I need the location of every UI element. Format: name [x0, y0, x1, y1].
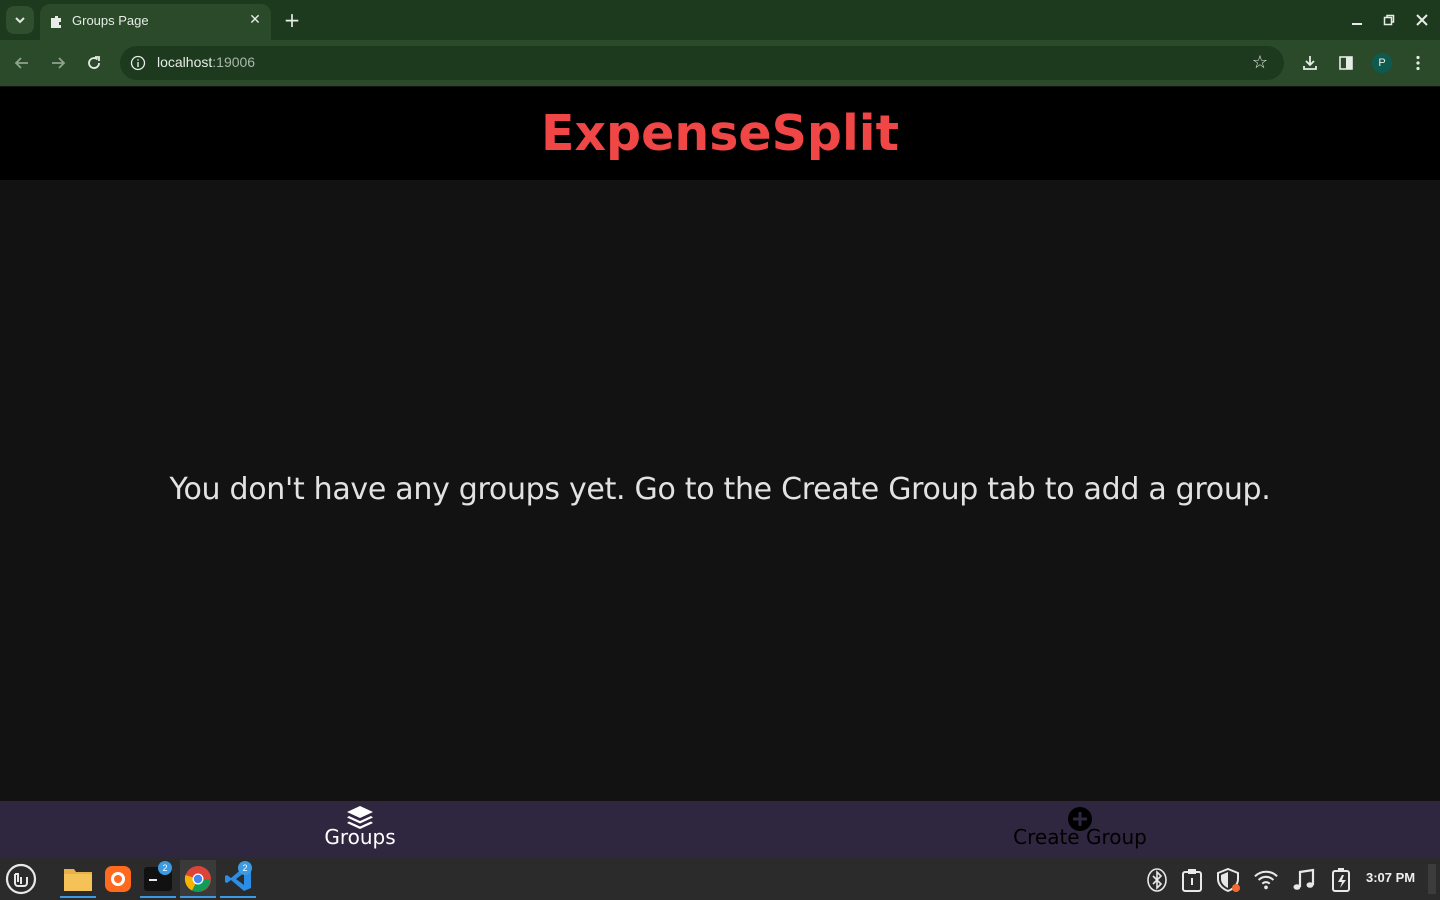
tab-groups[interactable]: Groups: [0, 801, 720, 858]
reload-icon[interactable]: [83, 52, 105, 74]
show-desktop-button[interactable]: [1428, 864, 1436, 894]
bottom-tab-bar: Groups Create Group: [0, 801, 1440, 858]
url-host: localhost: [157, 54, 213, 70]
minimize-icon[interactable]: [1347, 10, 1367, 30]
music-icon[interactable]: [1292, 868, 1316, 892]
tab-create-group-label: Create Group: [1013, 825, 1147, 849]
vscode-icon[interactable]: 2: [220, 860, 256, 898]
terminal-icon[interactable]: 2: [140, 860, 176, 898]
app-title: ExpenseSplit: [540, 105, 900, 162]
battery-icon[interactable]: [1330, 868, 1354, 892]
site-info-icon[interactable]: [130, 55, 146, 71]
clipboard-icon[interactable]: [1180, 868, 1204, 892]
clock[interactable]: 3:07 PM: [1366, 870, 1415, 885]
plus-icon[interactable]: +: [282, 10, 302, 30]
tab-title: Groups Page: [72, 13, 149, 28]
tab-create-group[interactable]: Create Group: [720, 801, 1440, 858]
empty-state-message: You don't have any groups yet. Go to the…: [169, 472, 1271, 507]
tab-groups-page[interactable]: Groups Page ✕: [40, 4, 271, 40]
mint-menu-icon[interactable]: [3, 860, 39, 898]
back-icon[interactable]: [11, 52, 33, 74]
shield-icon[interactable]: [1216, 868, 1240, 892]
active-indicator: [220, 896, 256, 898]
vscode-badge: 2: [238, 861, 252, 875]
menu-dots-icon[interactable]: [1407, 52, 1429, 74]
app-header: ExpenseSplit: [0, 87, 1440, 180]
files-icon[interactable]: [60, 860, 96, 898]
url-port: :19006: [212, 54, 256, 70]
firefox-icon[interactable]: [100, 860, 136, 898]
chrome-icon[interactable]: [180, 860, 216, 898]
chevron-down-icon: [15, 17, 25, 24]
os-taskbar: 2 2 3:07 PM: [0, 858, 1440, 900]
tab-search-button[interactable]: [6, 6, 34, 34]
groups-empty-state: You don't have any groups yet. Go to the…: [0, 180, 1440, 801]
sidebar-icon[interactable]: [1335, 52, 1357, 74]
puzzle-favicon-icon: [48, 14, 64, 30]
download-icon[interactable]: [1299, 52, 1321, 74]
url-text: localhost:19006: [157, 54, 255, 70]
profile-avatar[interactable]: P: [1372, 53, 1392, 73]
maximize-icon[interactable]: [1379, 10, 1399, 30]
close-window-icon[interactable]: [1412, 10, 1432, 30]
address-bar[interactable]: localhost:19006 ☆: [120, 46, 1284, 80]
active-indicator: [140, 896, 176, 898]
star-icon[interactable]: ☆: [1250, 53, 1270, 73]
browser-toolbar: localhost:19006 ☆: [0, 40, 1440, 86]
tab-groups-label: Groups: [324, 825, 396, 849]
bluetooth-icon[interactable]: [1145, 868, 1169, 892]
active-indicator: [60, 896, 96, 898]
browser-tab-bar: Groups Page ✕ +: [0, 0, 1440, 40]
active-indicator: [180, 896, 216, 898]
close-icon[interactable]: ✕: [247, 12, 263, 28]
wifi-icon[interactable]: [1254, 868, 1278, 892]
terminal-badge: 2: [158, 861, 172, 875]
forward-icon[interactable]: [47, 52, 69, 74]
